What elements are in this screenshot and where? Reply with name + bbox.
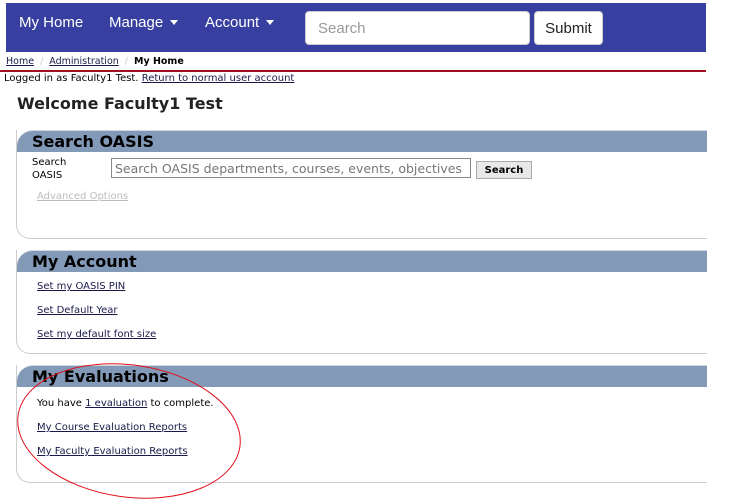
search-oasis-panel: Search OASIS Search OASIS Search Advance… — [16, 130, 707, 239]
breadcrumb-administration[interactable]: Administration — [49, 56, 119, 67]
login-status: Logged in as Faculty1 Test. Return to no… — [4, 73, 294, 84]
nav-search-input[interactable] — [305, 11, 530, 45]
breadcrumb-current: My Home — [133, 56, 184, 67]
caret-down-icon — [170, 19, 179, 25]
set-default-year-link[interactable]: Set Default Year — [37, 305, 118, 316]
eval-post-text: to complete. — [150, 398, 214, 409]
pending-evaluation-link[interactable]: 1 evaluation — [85, 398, 147, 409]
my-account-panel: My Account Set my OASIS PIN Set Default … — [16, 250, 707, 354]
faculty-evaluation-reports-link[interactable]: My Faculty Evaluation Reports — [37, 446, 188, 457]
nav-manage-dropdown[interactable]: Manage — [109, 3, 179, 52]
panel-title: My Account — [17, 250, 707, 272]
return-to-user-link[interactable]: Return to normal user account — [142, 73, 295, 84]
header-divider — [0, 70, 706, 72]
nav-account-label: Account — [205, 14, 260, 31]
nav-account-dropdown[interactable]: Account — [205, 3, 275, 52]
nav-manage-label: Manage — [109, 14, 164, 31]
page-title: Welcome Faculty1 Test — [17, 94, 223, 113]
oasis-search-input[interactable] — [111, 158, 471, 178]
top-navbar: My Home Manage Account Submit — [6, 3, 706, 52]
nav-my-home[interactable]: My Home — [19, 3, 83, 52]
caret-down-icon — [266, 19, 275, 25]
course-evaluation-reports-link[interactable]: My Course Evaluation Reports — [37, 422, 187, 433]
panel-title: Search OASIS — [17, 130, 707, 152]
breadcrumb-separator: / — [40, 56, 44, 67]
login-status-text: Logged in as Faculty1 Test. — [4, 73, 139, 84]
panel-title: My Evaluations — [17, 365, 707, 387]
set-oasis-pin-link[interactable]: Set my OASIS PIN — [37, 281, 125, 292]
nav-submit-button[interactable]: Submit — [534, 11, 603, 45]
my-evaluations-panel: My Evaluations You have 1 evaluation to … — [16, 365, 707, 483]
search-oasis-label: Search OASIS — [32, 157, 67, 181]
breadcrumb-separator: / — [124, 56, 128, 67]
nav-my-home-label: My Home — [19, 14, 84, 31]
oasis-search-button[interactable]: Search — [476, 161, 532, 179]
evaluations-pending-text: You have 1 evaluation to complete. — [37, 398, 214, 409]
eval-pre-text: You have — [37, 398, 82, 409]
set-font-size-link[interactable]: Set my default font size — [37, 329, 156, 340]
breadcrumb-home[interactable]: Home — [6, 56, 34, 67]
breadcrumb: Home / Administration / My Home — [6, 56, 184, 67]
advanced-options-link[interactable]: Advanced Options — [37, 191, 128, 202]
